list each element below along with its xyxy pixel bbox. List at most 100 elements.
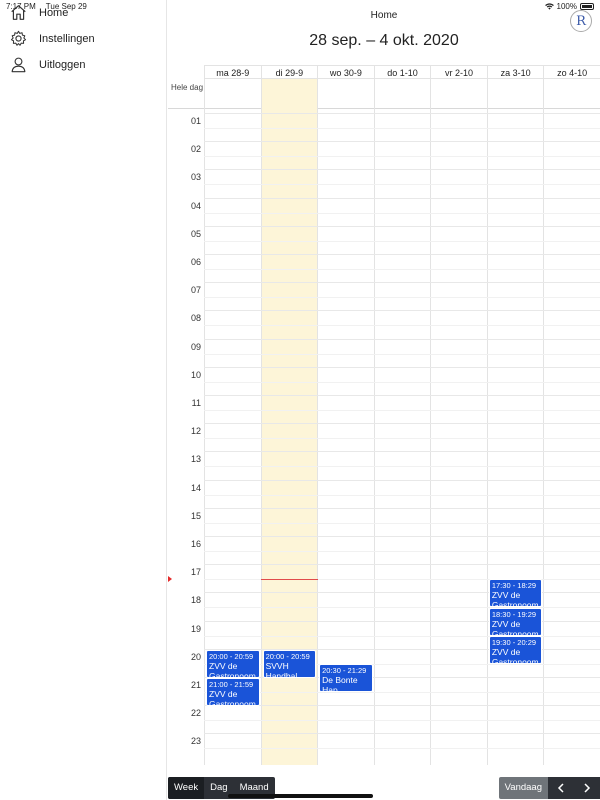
hour-label: 04 [190, 200, 201, 211]
week-calendar: Hele dag ma 28-9 di 29-9 wo 30-9 do 1-10 vr … [168, 65, 600, 765]
sidebar-item-instellingen[interactable]: Instellingen [10, 30, 95, 47]
day-header[interactable]: wo 30-9 [317, 65, 374, 79]
hour-row[interactable] [204, 366, 600, 395]
hour-label: 06 [190, 257, 201, 267]
event-title: ZVV de Gastronoom [491, 590, 539, 608]
hour-row[interactable] [204, 395, 600, 423]
day-header[interactable]: ma 28-9 [204, 65, 261, 79]
event-title: ZVV de Gastronoom [491, 618, 539, 636]
next-week-button[interactable] [574, 777, 600, 799]
page-title: Home [370, 10, 398, 21]
hour-label: 13 [190, 454, 201, 465]
hour-label: 11 [191, 398, 201, 408]
day-header[interactable]: di 29-9 [260, 65, 318, 79]
sidebar: Home Instellingen Uitloggen [0, 0, 167, 800]
hour-row[interactable] [204, 733, 600, 761]
hour-label: 16 [190, 539, 201, 549]
all-day-label: Hele dag [171, 83, 204, 92]
calendar-event[interactable]: 21:00 - 21:59 ZVV de Gastronoom [206, 678, 260, 707]
hour-row[interactable] [204, 197, 600, 226]
event-time: 19:30 - 20:29 [491, 637, 537, 647]
user-icon [11, 57, 26, 73]
hour-label: 08 [190, 313, 201, 324]
battery-percent: 100% [556, 2, 577, 11]
event-time: 20:00 - 20:59 [209, 651, 254, 661]
day-header[interactable]: do 1-10 [373, 65, 431, 79]
calendar-event[interactable]: 17:30 - 18:29 ZVV de Gastronoom [488, 579, 543, 608]
chevron-left-icon [557, 783, 564, 793]
hour-label: 20 [190, 651, 201, 662]
hour-label: 09 [190, 341, 201, 352]
event-time: 20:00 - 20:59 [265, 651, 310, 661]
calendar-event[interactable]: 20:00 - 20:59 ZVV de Gastronoom [206, 649, 260, 678]
app-logo[interactable]: R [570, 10, 592, 32]
hour-row[interactable] [204, 677, 600, 705]
hour-row[interactable] [204, 113, 600, 141]
hour-label: 12 [190, 426, 201, 437]
hour-row[interactable] [204, 451, 600, 479]
hour-label: 18 [190, 595, 201, 606]
week-view-button[interactable]: Week [168, 777, 205, 799]
status-bar-right: 100% [544, 2, 594, 11]
date-navigation: Vandaag [498, 777, 600, 799]
event-title: ZVV de Gastronoom [209, 660, 256, 678]
wifi-icon [544, 3, 554, 10]
day-header[interactable]: vr 2-10 [430, 65, 487, 79]
home-indicator [228, 794, 373, 798]
event-title: SVVH Handbal [265, 660, 298, 678]
hour-label: 17 [190, 567, 201, 578]
hour-row[interactable] [204, 141, 600, 169]
hour-label: 02 [190, 144, 201, 155]
day-header[interactable]: zo 4-10 [543, 65, 600, 79]
status-time: 7:17 PM [6, 2, 36, 11]
calendar-event[interactable]: 18:30 - 19:29 ZVV de Gastronoom [488, 607, 543, 636]
calendar-event[interactable]: 19:30 - 20:29 ZVV de Gastronoom [488, 635, 543, 664]
hour-label: 19 [190, 623, 201, 634]
event-time: 18:30 - 19:29 [491, 609, 537, 619]
hour-row[interactable] [204, 282, 600, 310]
hour-row[interactable] [204, 225, 600, 254]
event-time: 21:00 - 21:59 [209, 680, 254, 689]
hour-row[interactable] [204, 423, 600, 451]
calendar-event[interactable]: 20:30 - 21:29 De Bonte Hap [319, 663, 373, 693]
hour-row[interactable] [204, 169, 600, 197]
status-bar-left: 7:17 PM Tue Sep 29 [6, 2, 87, 11]
current-time-marker [168, 576, 172, 583]
hour-label: 07 [190, 285, 201, 296]
hour-row[interactable] [204, 536, 600, 564]
chevron-right-icon [584, 783, 591, 793]
calendar-event[interactable]: 20:00 - 20:59 SVVH Handbal [262, 649, 317, 678]
event-title: ZVV de Gastronoom [491, 646, 539, 664]
all-day-row[interactable]: Hele dag [168, 79, 600, 109]
today-button[interactable]: Vandaag [498, 777, 548, 799]
hour-label: 23 [190, 736, 201, 747]
hour-row[interactable] [204, 507, 600, 536]
day-header[interactable]: za 3-10 [486, 65, 544, 79]
sidebar-item-label: Uitloggen [39, 58, 86, 71]
event-title: ZVV de Gastronoom [209, 689, 256, 707]
hour-label: 22 [190, 708, 201, 719]
hour-row[interactable] [204, 254, 600, 282]
event-title: De Bonte Hap [322, 674, 358, 693]
hour-row[interactable] [204, 479, 600, 508]
previous-week-button[interactable] [548, 777, 574, 799]
event-time: 17:30 - 18:29 [491, 581, 537, 591]
gear-icon [10, 30, 27, 46]
hour-label: 03 [190, 172, 201, 183]
hour-label: 10 [190, 369, 201, 380]
sidebar-item-label: Instellingen [39, 32, 95, 45]
hour-row[interactable] [204, 310, 600, 338]
hour-label: 21 [190, 680, 201, 690]
battery-icon [580, 3, 594, 10]
hour-row[interactable] [204, 338, 600, 367]
hour-label: 15 [190, 510, 201, 521]
hour-label: 01 [190, 116, 201, 126]
week-range-title: 28 sep. – 4 okt. 2020 [309, 32, 459, 49]
event-time: 20:30 - 21:29 [322, 665, 367, 675]
hour-label: 05 [190, 228, 201, 239]
sidebar-item-uitloggen[interactable]: Uitloggen [10, 56, 85, 73]
hour-row[interactable] [204, 705, 600, 733]
status-date: Tue Sep 29 [45, 2, 87, 11]
hour-label: 14 [190, 482, 201, 493]
current-time-line [261, 579, 318, 581]
